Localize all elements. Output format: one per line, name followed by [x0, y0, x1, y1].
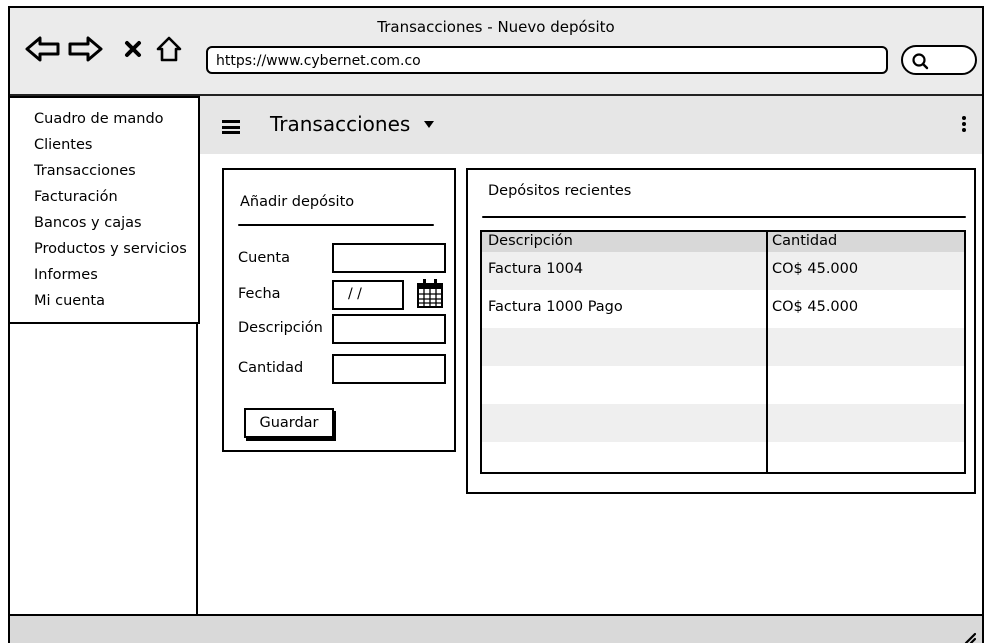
- date-label: Fecha: [238, 286, 281, 302]
- browser-titlebar: Transacciones - Nuevo depósito https://w…: [10, 8, 982, 96]
- table-divider: [482, 216, 966, 218]
- recent-deposits-title: Depósitos recientes: [488, 183, 632, 199]
- column-header-description[interactable]: Descripción: [488, 233, 573, 249]
- sidebar-menu: Cuadro de mando Clientes Transacciones F…: [10, 96, 200, 324]
- description-label: Descripción: [238, 320, 323, 336]
- amount-label: Cantidad: [238, 360, 304, 376]
- status-bar: [10, 614, 982, 643]
- browser-window: Transacciones - Nuevo depósito https://w…: [8, 6, 984, 643]
- back-arrow-icon[interactable]: [24, 30, 62, 68]
- deposits-table: Descripción Cantidad Factura 1004 CO$ 45…: [480, 230, 966, 474]
- date-input[interactable]: / /: [332, 280, 404, 310]
- more-options-icon[interactable]: [962, 116, 968, 134]
- cell-amount: CO$ 45.000: [772, 299, 859, 315]
- add-deposit-panel: Añadir depósito Cuenta Fecha / / Descrip…: [222, 168, 456, 452]
- sidebar-item-dashboard[interactable]: Cuadro de mando: [34, 106, 198, 132]
- column-divider: [766, 232, 768, 472]
- sidebar-item-products[interactable]: Productos y servicios: [34, 236, 198, 262]
- recent-deposits-panel: Depósitos recientes Descripción Cantidad…: [466, 168, 976, 494]
- sidebar-item-clients[interactable]: Clientes: [34, 132, 198, 158]
- account-label: Cuenta: [238, 250, 290, 266]
- cell-description: Factura 1000 Pago: [488, 299, 623, 315]
- table-row[interactable]: [482, 366, 964, 404]
- save-button[interactable]: Guardar: [244, 408, 334, 438]
- resize-grip-icon[interactable]: [960, 628, 976, 643]
- search-button[interactable]: [901, 45, 977, 75]
- caret-down-icon[interactable]: [424, 121, 434, 128]
- cell-amount: CO$ 45.000: [772, 261, 859, 277]
- calendar-icon[interactable]: [416, 277, 444, 309]
- sidebar-item-billing[interactable]: Facturación: [34, 184, 198, 210]
- table-row[interactable]: [482, 404, 964, 442]
- amount-input[interactable]: [332, 354, 446, 384]
- column-header-amount[interactable]: Cantidad: [772, 233, 837, 249]
- sidebar-item-transactions[interactable]: Transacciones: [34, 158, 198, 184]
- account-input[interactable]: [332, 243, 446, 273]
- app-header: Transacciones: [200, 96, 982, 154]
- close-icon[interactable]: [114, 30, 152, 68]
- sidebar-item-banks[interactable]: Bancos y cajas: [34, 210, 198, 236]
- form-title: Añadir depósito: [240, 194, 355, 210]
- table-row[interactable]: [482, 328, 964, 366]
- table-row[interactable]: Factura 1000 Pago CO$ 45.000: [482, 290, 964, 328]
- forward-arrow-icon[interactable]: [66, 30, 104, 68]
- search-icon: [912, 53, 929, 70]
- table-row[interactable]: Factura 1004 CO$ 45.000: [482, 252, 964, 290]
- description-input[interactable]: [332, 314, 446, 344]
- home-icon[interactable]: [150, 30, 188, 68]
- cell-description: Factura 1004: [488, 261, 584, 277]
- table-row[interactable]: [482, 442, 964, 472]
- sidebar-item-account[interactable]: Mi cuenta: [34, 288, 198, 314]
- page-title-dropdown[interactable]: Transacciones: [270, 112, 410, 136]
- url-field[interactable]: https://www.cybernet.com.co: [206, 46, 888, 74]
- sidebar-item-reports[interactable]: Informes: [34, 262, 198, 288]
- form-divider: [238, 224, 434, 226]
- hamburger-icon[interactable]: [222, 120, 240, 134]
- table-header: Descripción Cantidad: [482, 232, 964, 252]
